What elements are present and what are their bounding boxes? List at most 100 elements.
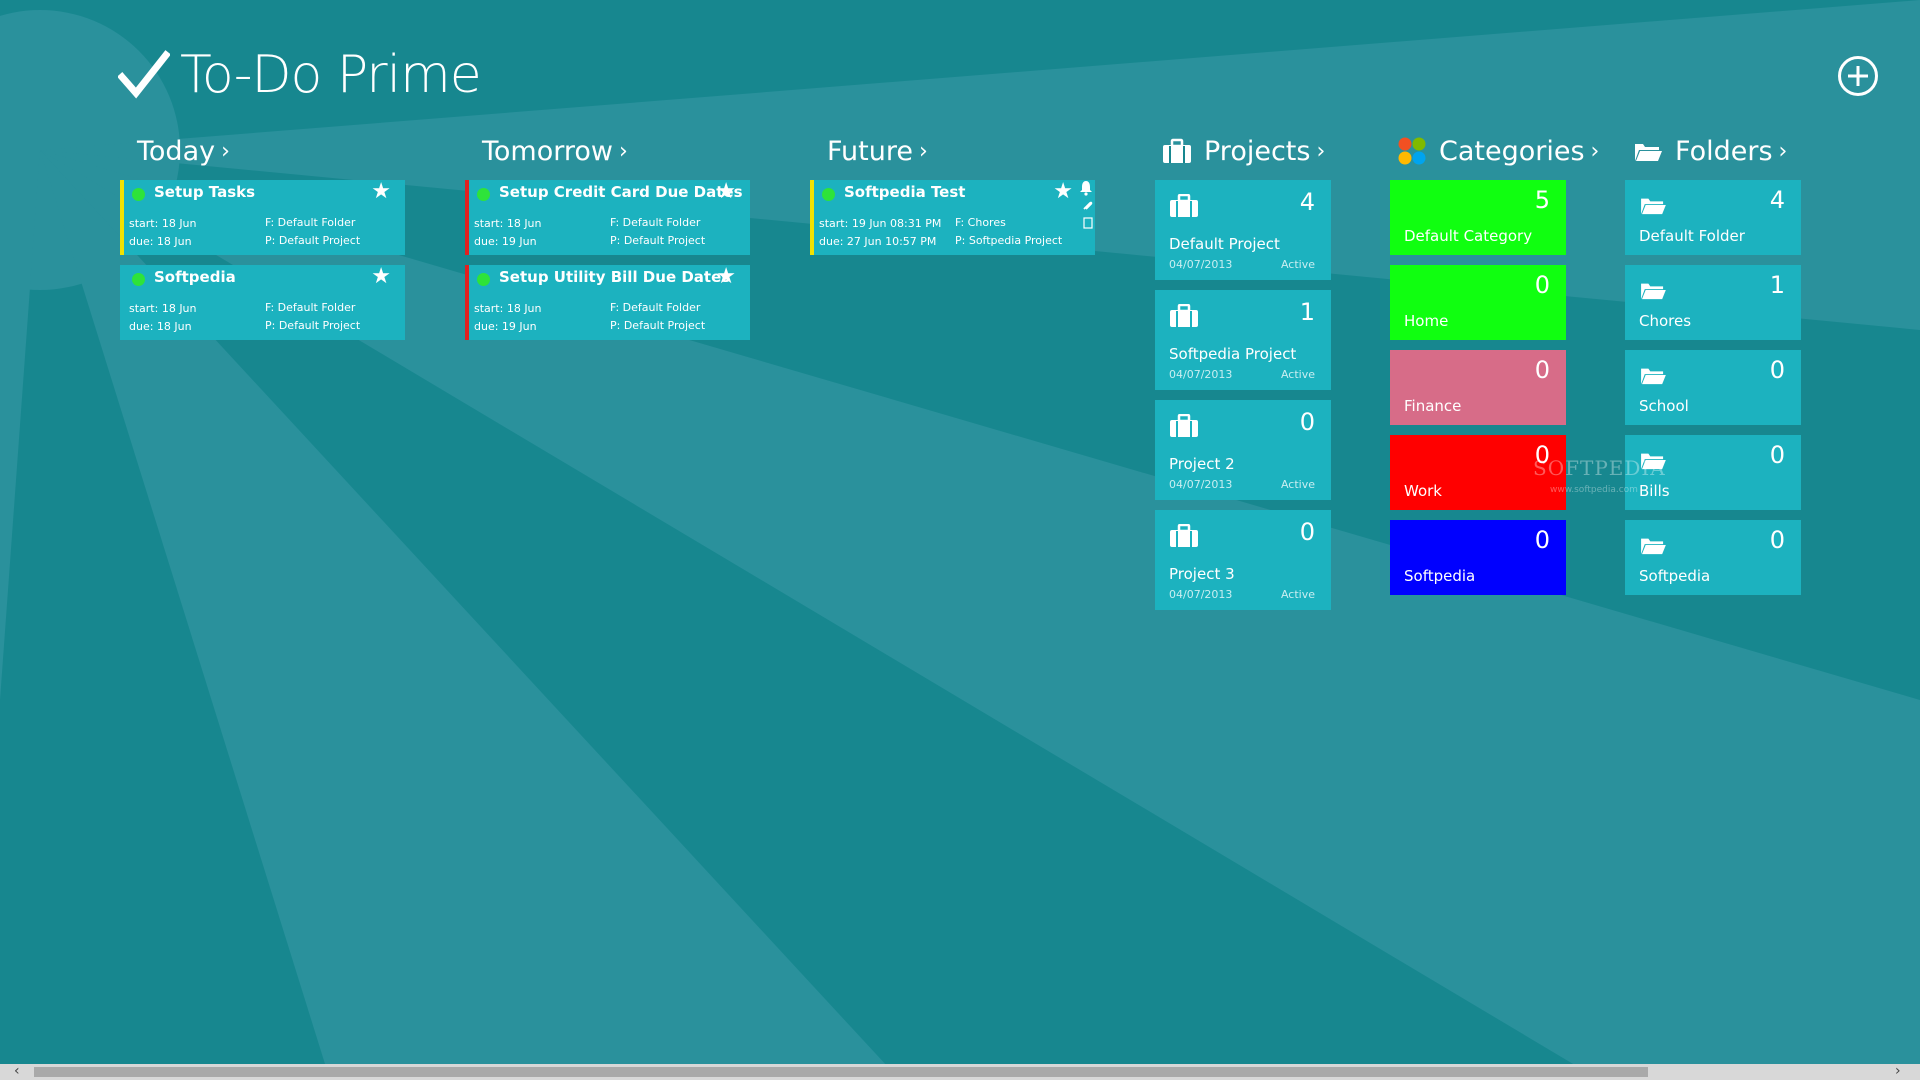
task-start: start: 19 Jun 08:31 PM	[819, 217, 942, 230]
project-state: Active	[1280, 588, 1315, 601]
task-folder: F: Default Folder	[265, 301, 356, 314]
task-card[interactable]: Setup Credit Card Due Dates ★ start: 18 …	[465, 180, 750, 255]
task-project: P: Default Project	[610, 234, 706, 247]
horizontal-scrollbar[interactable]: ‹ ›	[0, 1063, 1920, 1080]
task-due: due: 27 Jun 10:57 PM	[819, 235, 937, 248]
category-tile[interactable]: 0 Softpedia	[1390, 520, 1566, 595]
task-dates: start: 19 Jun 08:31 PM due: 27 Jun 10:57…	[819, 215, 941, 251]
project-count: 4	[1299, 188, 1315, 216]
category-name: Finance	[1404, 397, 1462, 415]
task-location: F: Default Folder P: Default Project	[265, 214, 360, 250]
task-card[interactable]: Softpedia Test ★ start: 19 Jun 08:31 PM …	[810, 180, 1095, 255]
task-card[interactable]: Softpedia ★ start: 18 Jun due: 18 Jun F:…	[120, 265, 405, 340]
chevron-right-icon: ›	[221, 138, 230, 164]
star-icon[interactable]: ★	[716, 265, 736, 289]
folder-tile[interactable]: 1 Chores	[1625, 265, 1801, 340]
today-header[interactable]: Today ›	[137, 131, 230, 171]
task-due: due: 19 Jun	[474, 235, 537, 248]
project-tile[interactable]: 0 Project 3 04/07/2013 Active	[1155, 510, 1331, 610]
project-count: 0	[1299, 518, 1315, 546]
task-start: start: 18 Jun	[129, 302, 197, 315]
project-name: Project 3	[1169, 565, 1235, 583]
project-state: Active	[1280, 258, 1315, 271]
chevron-right-icon: ›	[1316, 138, 1326, 164]
project-date: 04/07/2013	[1169, 258, 1233, 271]
folders-label: Folders	[1675, 135, 1773, 167]
task-dates: start: 18 Jun due: 19 Jun	[474, 300, 542, 336]
status-dot-icon	[477, 273, 490, 286]
project-tile[interactable]: 0 Project 2 04/07/2013 Active	[1155, 400, 1331, 500]
watermark-url: www.softpedia.com	[1550, 485, 1638, 495]
category-tile[interactable]: 0 Home	[1390, 265, 1566, 340]
task-start: start: 18 Jun	[129, 217, 197, 230]
briefcase-icon	[1169, 413, 1199, 442]
project-tile[interactable]: 4 Default Project 04/07/2013 Active	[1155, 180, 1331, 280]
project-name: Default Project	[1169, 235, 1280, 253]
star-icon[interactable]: ★	[1053, 180, 1073, 204]
task-card[interactable]: Setup Utility Bill Due Dates ★ start: 18…	[465, 265, 750, 340]
task-location: F: Default Folder P: Default Project	[610, 214, 705, 250]
star-icon[interactable]: ★	[371, 265, 391, 289]
task-card[interactable]: Setup Tasks ★ start: 18 Jun due: 18 Jun …	[120, 180, 405, 255]
folder-count: 0	[1769, 356, 1785, 384]
task-title: Softpedia	[154, 268, 236, 286]
future-label: Future	[827, 135, 913, 167]
task-project: P: Softpedia Project	[955, 234, 1063, 247]
tomorrow-header[interactable]: Tomorrow ›	[482, 131, 628, 171]
task-dates: start: 18 Jun due: 18 Jun	[129, 215, 197, 251]
folder-name: Bills	[1639, 482, 1670, 500]
project-tile[interactable]: 1 Softpedia Project 04/07/2013 Active	[1155, 290, 1331, 390]
chevron-right-icon: ›	[1590, 138, 1600, 164]
add-button[interactable]	[1838, 56, 1878, 96]
folders-header[interactable]: Folders ›	[1633, 131, 1787, 171]
category-count: 0	[1534, 271, 1550, 299]
priority-edge	[120, 265, 124, 340]
task-project: P: Default Project	[265, 234, 361, 247]
tomorrow-label: Tomorrow	[482, 135, 613, 167]
folder-tile[interactable]: 0 School	[1625, 350, 1801, 425]
briefcase-icon	[1169, 303, 1199, 332]
category-count: 5	[1534, 186, 1550, 214]
projects-header[interactable]: Projects ›	[1162, 131, 1325, 171]
chevron-right-icon: ›	[1778, 138, 1788, 164]
folder-icon	[1639, 534, 1667, 560]
briefcase-icon	[1169, 523, 1199, 552]
watermark: SOFTPEDIA	[1533, 456, 1666, 480]
categories-label: Categories	[1439, 135, 1585, 167]
scrollbar-thumb[interactable]	[34, 1067, 1648, 1077]
project-state: Active	[1280, 368, 1315, 381]
project-state: Active	[1280, 478, 1315, 491]
task-project: P: Default Project	[265, 319, 361, 332]
category-tile[interactable]: 0 Finance	[1390, 350, 1566, 425]
project-name: Softpedia Project	[1169, 345, 1297, 363]
priority-edge	[465, 265, 469, 340]
task-folder: F: Default Folder	[610, 216, 701, 229]
star-icon[interactable]: ★	[716, 180, 736, 204]
star-icon[interactable]: ★	[371, 180, 391, 204]
priority-edge	[465, 180, 469, 255]
scroll-right-icon[interactable]: ›	[1895, 1063, 1901, 1079]
task-title: Setup Tasks	[154, 183, 256, 201]
category-count: 0	[1534, 356, 1550, 384]
folder-tile[interactable]: 0 Softpedia	[1625, 520, 1801, 595]
task-due: due: 19 Jun	[474, 320, 537, 333]
category-tile[interactable]: 5 Default Category	[1390, 180, 1566, 255]
folder-icon	[1633, 139, 1663, 163]
folder-name: Default Folder	[1639, 227, 1745, 245]
scroll-left-icon[interactable]: ‹	[14, 1063, 20, 1079]
projects-label: Projects	[1204, 135, 1311, 167]
app-title: To-Do Prime	[180, 45, 482, 105]
future-header[interactable]: Future ›	[827, 131, 928, 171]
status-dot-icon	[822, 188, 835, 201]
folder-count: 4	[1769, 186, 1785, 214]
category-name: Softpedia	[1404, 567, 1476, 585]
categories-header[interactable]: Categories ›	[1397, 131, 1599, 171]
briefcase-icon	[1162, 138, 1192, 164]
project-date: 04/07/2013	[1169, 588, 1233, 601]
priority-edge	[810, 180, 814, 255]
folder-count: 0	[1769, 526, 1785, 554]
task-location: F: Default Folder P: Default Project	[265, 299, 360, 335]
folder-tile[interactable]: 4 Default Folder	[1625, 180, 1801, 255]
folder-icon	[1639, 279, 1667, 305]
checkmark-icon	[118, 50, 170, 99]
